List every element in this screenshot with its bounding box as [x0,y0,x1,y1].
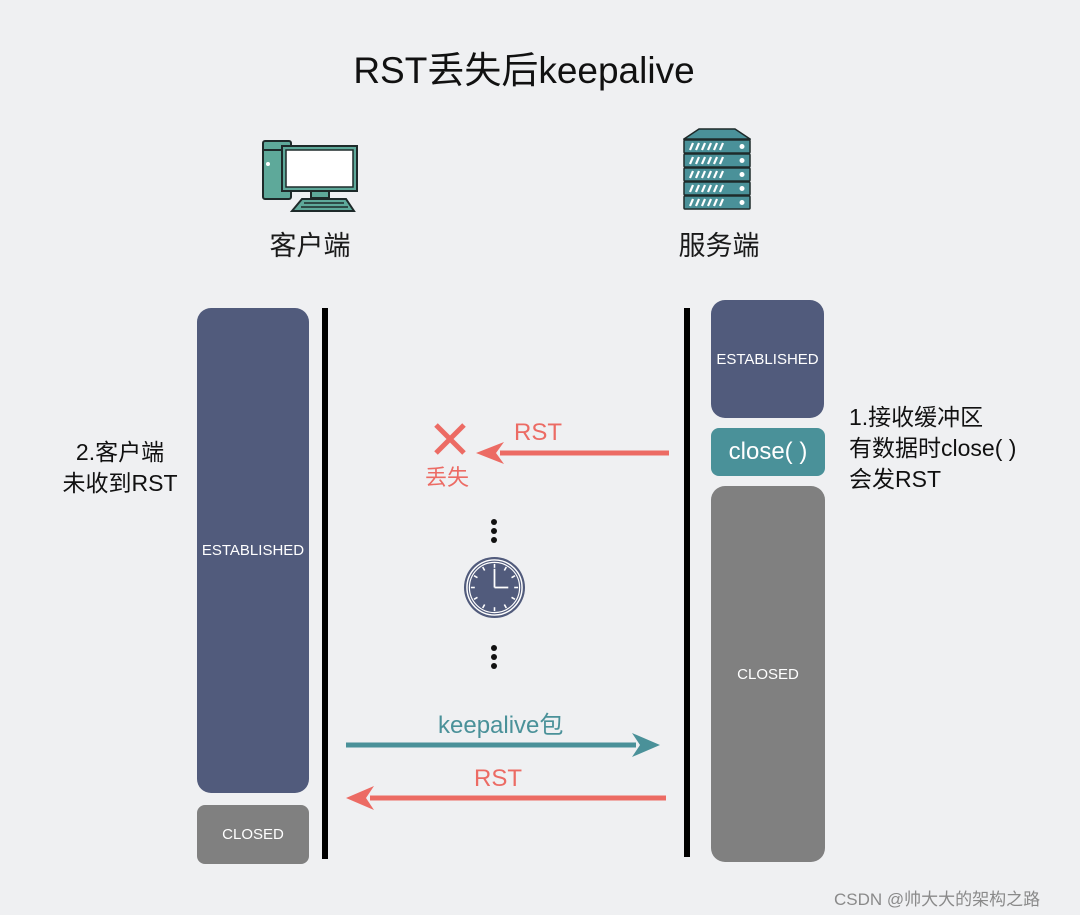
client-note-line: 2.客户端 [75,439,165,465]
client-closed-state: CLOSED [197,805,309,864]
client-closed-label: CLOSED [222,826,284,843]
rst-reply-arrow [346,786,666,810]
computer-icon [262,140,358,212]
server-note: 1.接收缓冲区 有数据时close( ) 会发RST [849,402,1016,495]
server-lifeline [684,308,690,857]
client-established-state: ESTABLISHED [197,308,309,793]
client-label: 客户端 [269,231,351,261]
server-label: 服务端 [678,231,760,261]
diagram-title: RST丢失后keepalive [353,50,695,91]
ellipsis-icon [491,519,497,546]
keepalive-arrow [346,733,660,757]
server-close-call-label: close( ) [728,438,808,465]
server-note-line: 有数据时close( ) [849,435,1017,461]
clock-icon [463,556,526,619]
client-established-label: ESTABLISHED [201,542,305,559]
client-lifeline [322,308,328,859]
server-established-state: ESTABLISHED [711,300,824,418]
server-rack-icon [681,128,753,212]
client-note-line: 未收到RST [62,470,178,496]
server-established-label: ESTABLISHED [716,350,819,368]
watermark: CSDN @帅大大的架构之路 [834,890,1041,909]
rst-lost-arrow [476,442,669,464]
lost-label: 丢失 [425,465,470,490]
server-close-call: close( ) [711,428,825,476]
server-note-line: 会发RST [849,466,941,492]
client-note: 2.客户端 未收到RST [40,437,200,499]
server-closed-state: CLOSED [711,486,825,862]
server-note-line: 1.接收缓冲区 [849,404,984,430]
lost-x-icon [432,421,468,457]
ellipsis-icon [491,645,497,672]
server-closed-label: CLOSED [737,665,799,683]
